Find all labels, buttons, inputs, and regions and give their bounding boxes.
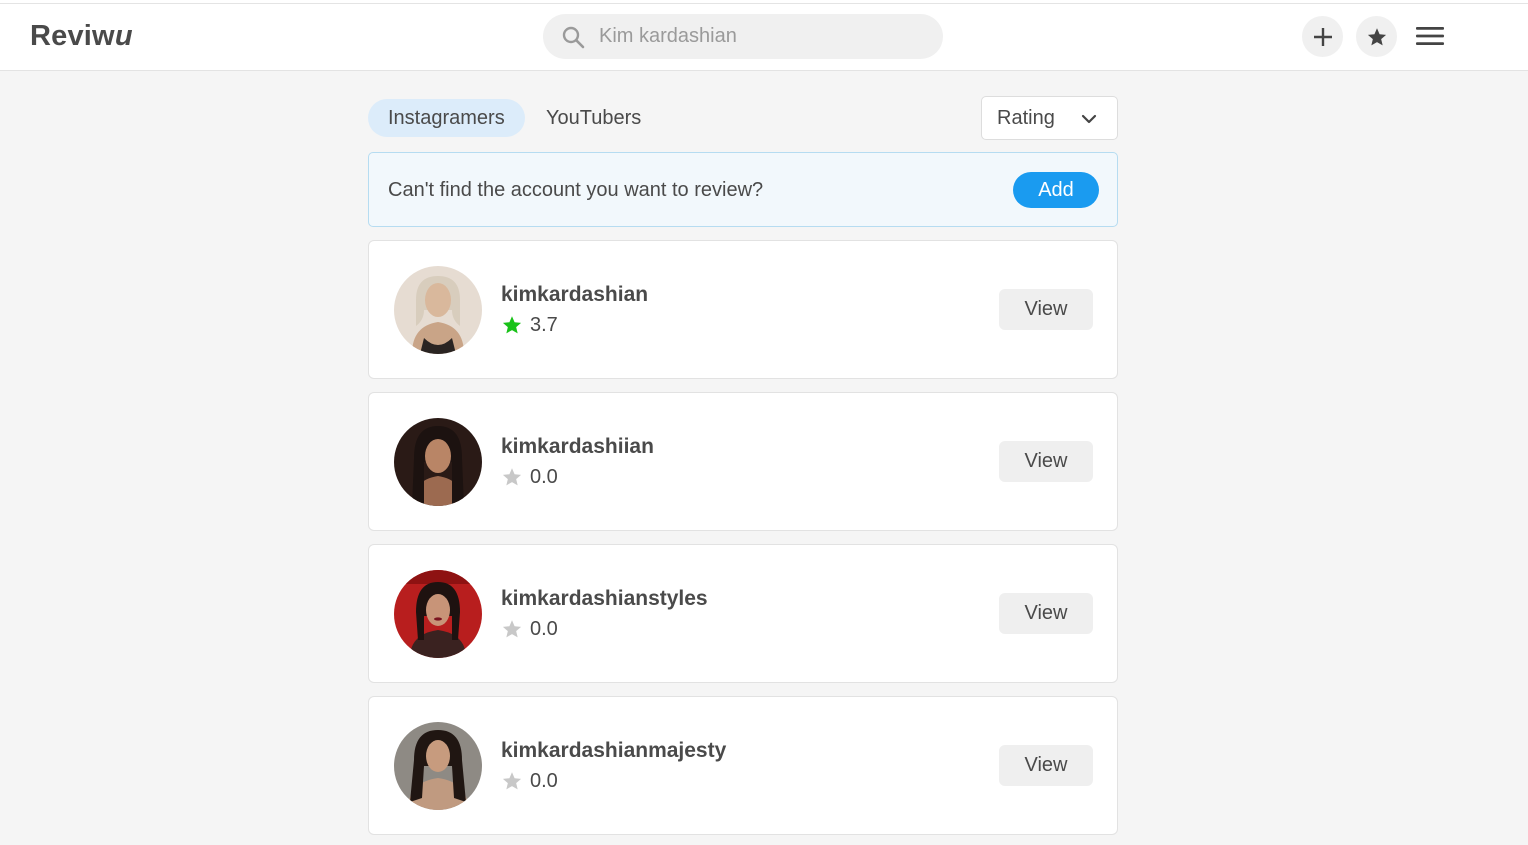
avatar[interactable] bbox=[394, 266, 482, 354]
search-icon bbox=[562, 26, 585, 49]
add-account-button[interactable]: Add bbox=[1013, 172, 1099, 208]
account-rating: 0.0 bbox=[502, 617, 558, 641]
account-username[interactable]: kimkardashian bbox=[501, 283, 648, 307]
view-button[interactable]: View bbox=[999, 289, 1093, 330]
logo-italic-text: u bbox=[114, 20, 133, 52]
sort-selected-value: Rating bbox=[997, 107, 1055, 129]
account-card: kimkardashiian 0.0 View bbox=[368, 392, 1118, 531]
account-rating: 0.0 bbox=[502, 465, 558, 489]
account-username[interactable]: kimkardashianstyles bbox=[501, 587, 708, 611]
search-bar[interactable] bbox=[543, 14, 943, 59]
view-button[interactable]: View bbox=[999, 593, 1093, 634]
top-header: Reviwu bbox=[0, 4, 1528, 71]
view-button[interactable]: View bbox=[999, 441, 1093, 482]
avatar[interactable] bbox=[394, 570, 482, 658]
account-card: kimkardashianstyles 0.0 View bbox=[368, 544, 1118, 683]
rating-value: 0.0 bbox=[530, 617, 558, 640]
star-unrated-icon bbox=[502, 772, 522, 790]
hamburger-menu-icon[interactable] bbox=[1413, 21, 1447, 51]
tab-instagramers[interactable]: Instagramers bbox=[368, 99, 525, 137]
rating-value: 0.0 bbox=[530, 769, 558, 792]
star-unrated-icon bbox=[502, 468, 522, 486]
star-rated-icon bbox=[502, 316, 522, 334]
banner-message: Can't find the account you want to revie… bbox=[388, 179, 764, 201]
star-unrated-icon bbox=[502, 620, 522, 638]
account-username[interactable]: kimkardashianmajesty bbox=[501, 739, 726, 763]
favorites-button[interactable] bbox=[1356, 16, 1397, 57]
sort-dropdown[interactable]: Rating bbox=[981, 96, 1118, 140]
star-icon bbox=[1367, 27, 1386, 45]
avatar[interactable] bbox=[394, 722, 482, 810]
account-username[interactable]: kimkardashiian bbox=[501, 435, 654, 459]
tab-youtubers[interactable]: YouTubers bbox=[526, 99, 661, 137]
account-rating: 0.0 bbox=[502, 769, 558, 793]
account-card: kimkardashian 3.7 View bbox=[368, 240, 1118, 379]
avatar[interactable] bbox=[394, 418, 482, 506]
plus-icon bbox=[1313, 27, 1332, 46]
account-rating: 3.7 bbox=[502, 313, 558, 337]
account-card: kimkardashianmajesty 0.0 View bbox=[368, 696, 1118, 835]
add-account-banner: Can't find the account you want to revie… bbox=[368, 152, 1118, 227]
search-input[interactable] bbox=[599, 14, 929, 59]
logo[interactable]: Reviwu bbox=[30, 20, 133, 53]
view-button[interactable]: View bbox=[999, 745, 1093, 786]
rating-value: 3.7 bbox=[530, 313, 558, 336]
chevron-down-icon bbox=[1081, 114, 1097, 124]
rating-value: 0.0 bbox=[530, 465, 558, 488]
logo-text: Reviw bbox=[30, 20, 115, 52]
add-button[interactable] bbox=[1302, 16, 1343, 57]
